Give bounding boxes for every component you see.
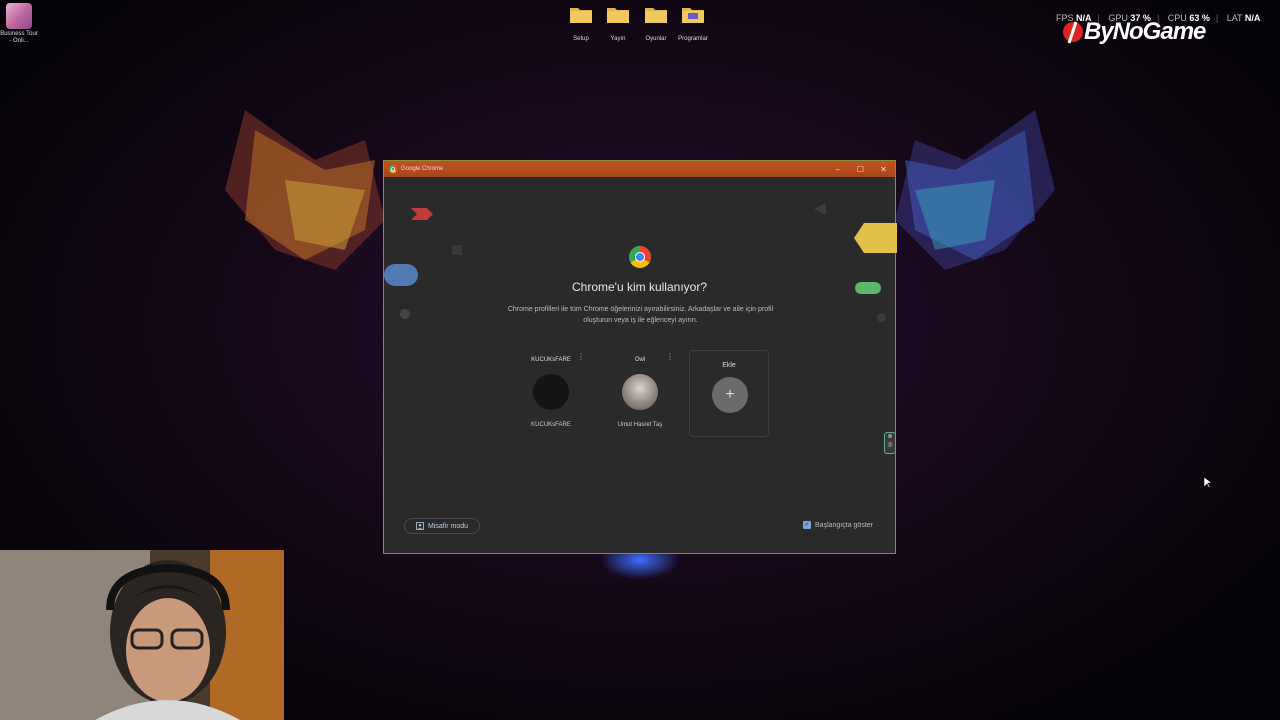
bynogame-logo: ByNoGame [1062,18,1206,46]
desktop-folder-setup[interactable]: Setup [561,6,601,42]
webcam-overlay [0,550,284,720]
yellow-hexagon-decoration [854,223,897,253]
guest-person-icon [416,522,424,530]
desktop-folder-oyunlar[interactable]: Oyunlar [636,6,676,42]
profile-card-kucuksfare[interactable]: KUCUKsFARE ⋮ KUCUKsFARE [511,350,591,437]
square-decoration [452,245,462,255]
folder-icon [570,8,592,23]
window-titlebar[interactable]: Google Chrome – ☐ ✕ [384,161,895,177]
avatar [533,374,569,410]
folder-label: Oyunlar [645,36,667,42]
circle-decoration [877,313,886,322]
profile-picker-heading: Chrome'u kim kullanıyor? [571,280,707,294]
add-profile-label: Ekle [722,362,736,369]
business-tour-app-icon [6,3,32,29]
desktop-app-label: Business Tour - Onli... [0,31,38,44]
folder-label: Setup [573,36,589,42]
triangle-decoration [814,203,826,215]
red-arrow-decoration [411,208,433,220]
startup-checkbox[interactable]: ✓ [803,521,812,529]
logo-text: ByNoGame [1084,18,1206,45]
guest-mode-label: Misafir modu [427,522,469,530]
chrome-small-icon [389,165,397,173]
guest-mode-button[interactable]: Misafir modu [404,518,480,534]
folder-icon [607,8,629,23]
add-profile-card[interactable]: Ekle + [689,350,769,437]
chrome-profile-window: Google Chrome – ☐ ✕ Chrome'u kim kullanı… [383,160,897,554]
streamer-webcam-image [0,550,284,720]
profile-card-owl[interactable]: Owl ⋮ Umut Hasret Taş [600,350,680,437]
startup-label: Başlangıçta göster [815,521,873,529]
minimize-button[interactable]: – [826,165,849,174]
window-title: Google Chrome [401,166,444,172]
chrome-logo-icon [629,246,651,268]
mouse-cursor-icon [1204,477,1212,489]
side-panel-widget[interactable]: ⊗ ◎ [884,432,896,454]
show-on-startup[interactable]: ✓ Başlangıçta göster [803,521,873,529]
profile-picker-subtext: Chrome profilleri ile tüm Chrome öğeleri… [507,306,774,324]
profile-account-name: Umut Hasret Taş [617,422,663,428]
lat-value: N/A [1244,13,1261,23]
desktop-app-business-tour[interactable]: Business Tour - Onli... [0,3,38,45]
more-options-icon[interactable]: ⋮ [666,352,674,361]
desktop-folder-yayin[interactable]: Yayın [598,6,638,42]
left-wing-graphic [225,110,385,270]
profile-account-name: KUCUKsFARE [531,422,571,428]
folder-label: Programlar [678,36,708,42]
desktop-folder-programlar[interactable]: Programlar [673,6,713,42]
folder-icon [645,8,667,23]
more-options-icon[interactable]: ⋮ [577,352,585,361]
avatar [622,374,658,410]
lat-label: LAT [1226,13,1243,23]
right-wing-graphic [895,110,1055,270]
close-button[interactable]: ✕ [872,165,895,174]
circle-decoration [400,309,410,319]
bynogame-mark-icon [1063,21,1083,44]
folder-label: Yayın [610,36,626,42]
maximize-button[interactable]: ☐ [849,165,872,174]
folder-icon [682,8,704,23]
plus-icon: + [712,377,748,413]
